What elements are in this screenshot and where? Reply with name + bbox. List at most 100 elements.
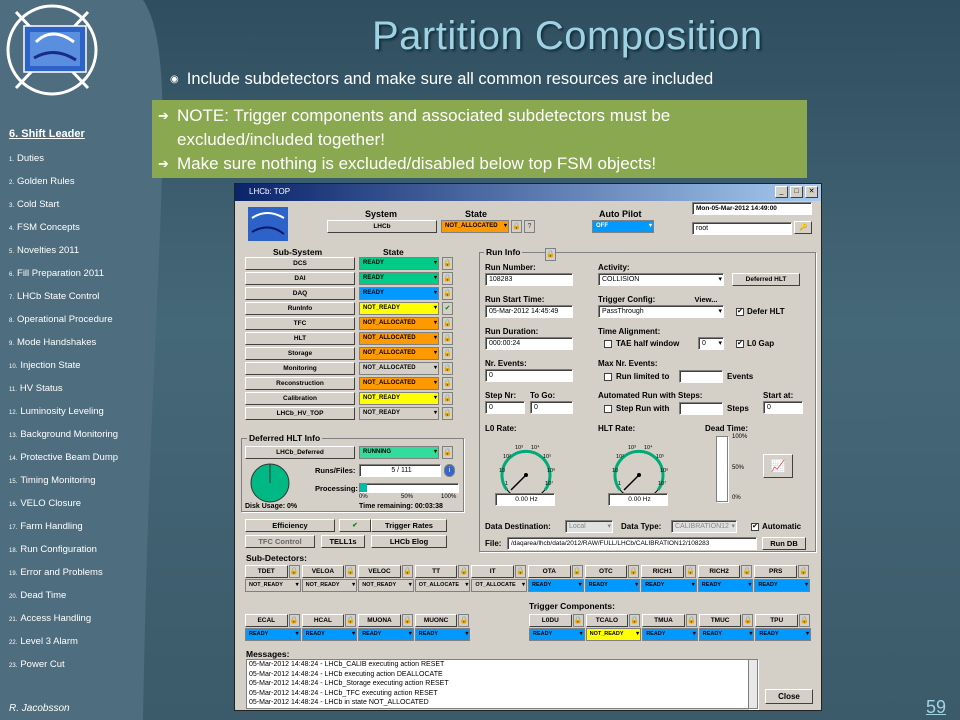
detector-state[interactable]: OT_ALLOCATE ▾ xyxy=(414,579,471,592)
detector-button[interactable]: L0DU xyxy=(529,614,572,627)
detector-button[interactable]: IT xyxy=(471,565,514,578)
lock-icon[interactable]: ✔ xyxy=(442,302,453,315)
detector-button[interactable]: MUONA xyxy=(358,614,401,627)
nav-item[interactable]: 17. Farm Handling xyxy=(9,521,83,532)
defer-hlt-checkbox[interactable]: ✔ xyxy=(736,308,744,316)
subsystem-button[interactable]: Calibration xyxy=(245,392,355,405)
lhcb-elog-button[interactable]: LHCb Elog xyxy=(371,535,447,548)
detector-state[interactable]: READY ▾ xyxy=(642,628,698,641)
subsystem-button[interactable]: HLT xyxy=(245,332,355,345)
subsystem-state[interactable]: NOT_ALLOCATED ▾ xyxy=(359,317,439,330)
detector-state[interactable]: READY ▾ xyxy=(245,628,301,641)
subsystem-state[interactable]: READY ▾ xyxy=(359,287,439,300)
detector-state[interactable]: NOT_READY ▾ xyxy=(585,628,642,641)
lock-icon[interactable]: 🔒 xyxy=(401,614,413,627)
subsystem-state[interactable]: NOT_ALLOCATED ▾ xyxy=(359,377,439,390)
lock-icon[interactable]: 🔒 xyxy=(442,347,453,360)
detector-button[interactable]: VELOC xyxy=(358,565,401,578)
run-db-button[interactable]: Run DB xyxy=(762,537,806,550)
detector-button[interactable]: MUONC xyxy=(414,614,458,627)
lock-icon[interactable]: 🔒 xyxy=(288,565,300,578)
lock-icon[interactable]: 🔒 xyxy=(458,565,470,578)
run-limited-field[interactable] xyxy=(679,370,723,383)
nav-item[interactable]: 22. Level 3 Alarm xyxy=(9,636,78,647)
data-destination-select[interactable]: Local ▾ xyxy=(565,520,613,533)
nav-item[interactable]: 6. Fill Preparation 2011 xyxy=(9,268,104,279)
system-state[interactable]: NOT_ALLOCATED ▾ xyxy=(441,220,509,233)
trigger-config-select[interactable]: PassThrough ▾ xyxy=(598,305,724,318)
deferred-hlt-button[interactable]: LHCb_Deferred xyxy=(245,446,355,459)
detector-button[interactable]: TDET xyxy=(245,565,288,578)
detector-button[interactable]: VELOA xyxy=(301,565,345,578)
subsystem-state[interactable]: NOT_READY ▾ xyxy=(359,392,439,405)
detector-state[interactable]: NOT_READY ▾ xyxy=(358,579,414,592)
lock-icon[interactable]: 🔒 xyxy=(629,614,641,627)
lock-icon[interactable]: 🔒 xyxy=(442,392,453,405)
detector-state[interactable]: READY ▾ xyxy=(754,579,810,592)
lock-icon[interactable]: 🔒 xyxy=(545,248,556,261)
subsystem-button[interactable]: Monitoring xyxy=(245,362,355,375)
detector-state[interactable]: READY ▾ xyxy=(697,579,754,592)
subsystem-button[interactable]: Storage xyxy=(245,347,355,360)
nav-item[interactable]: 2. Golden Rules xyxy=(9,176,75,187)
subsystem-button[interactable]: TFC xyxy=(245,317,355,330)
detector-button[interactable]: OTA xyxy=(528,565,571,578)
data-type-select[interactable]: CALIBRATION12 ▾ xyxy=(671,520,737,533)
run-number-field[interactable]: 108283 xyxy=(485,273,573,286)
subsystem-button[interactable]: Reconstruction xyxy=(245,377,355,390)
lock-icon[interactable]: 🔒 xyxy=(288,614,300,627)
lock-icon[interactable]: 🔒 xyxy=(442,362,453,375)
detector-button[interactable]: HCAL xyxy=(301,614,345,627)
detector-button[interactable]: OTC xyxy=(584,565,628,578)
nav-item[interactable]: 13. Background Monitoring xyxy=(9,429,118,440)
nav-item[interactable]: 5. Novelties 2011 xyxy=(9,245,79,256)
activity-select[interactable]: COLLISION ▾ xyxy=(598,273,724,286)
lock-icon[interactable]: 🔒 xyxy=(798,565,809,578)
subsystem-button[interactable]: DCS xyxy=(245,257,355,270)
step-run-checkbox[interactable] xyxy=(604,405,612,413)
nav-item[interactable]: 16. VELO Closure xyxy=(9,498,81,509)
tae-checkbox[interactable] xyxy=(604,340,612,348)
lock-icon[interactable]: 🔒 xyxy=(799,614,810,627)
lock-icon[interactable]: 🔒 xyxy=(571,565,583,578)
nav-item[interactable]: 14. Protective Beam Dump xyxy=(9,452,118,463)
subsystem-state[interactable]: NOT_READY ▾ xyxy=(359,407,439,420)
detector-state[interactable]: READY ▾ xyxy=(755,628,811,641)
nav-item[interactable]: 19. Error and Problems xyxy=(9,567,103,578)
lock-icon[interactable]: 🔒 xyxy=(345,565,357,578)
minimize-button[interactable]: _ xyxy=(775,186,788,198)
nav-item[interactable]: 7. LHCb State Control xyxy=(9,291,99,302)
lock-icon[interactable]: 🔒 xyxy=(442,332,453,345)
detector-state[interactable]: READY ▾ xyxy=(641,579,697,592)
checkmark-button[interactable]: ✔ xyxy=(339,519,371,532)
detector-state[interactable]: OT_ALLOCATE ▾ xyxy=(471,579,527,592)
close-window-button[interactable]: ✕ xyxy=(805,186,818,198)
tfc-control-button[interactable]: TFC Control xyxy=(245,535,315,548)
detector-button[interactable]: TT xyxy=(414,565,458,578)
maximize-button[interactable]: □ xyxy=(790,186,803,198)
deferred-hlt-mode-button[interactable]: Deferred HLT xyxy=(732,273,800,286)
detector-state[interactable]: READY ▾ xyxy=(698,628,755,641)
tell1s-button[interactable]: TELL1s xyxy=(321,535,365,548)
lock-icon[interactable]: 🔒 xyxy=(684,565,696,578)
nav-item[interactable]: 9. Mode Handshakes xyxy=(9,337,96,348)
subsystem-button[interactable]: DAI xyxy=(245,272,355,285)
detector-state[interactable]: READY ▾ xyxy=(301,628,358,641)
lock-icon[interactable]: 🔒 xyxy=(442,377,453,390)
lock-icon[interactable]: 🔒 xyxy=(741,565,753,578)
autopilot-state[interactable]: OFF ▾ xyxy=(592,220,654,233)
user-key-icon[interactable]: 🔑 xyxy=(794,221,812,234)
nav-item[interactable]: 12. Luminosity Leveling xyxy=(9,406,104,417)
deferred-state[interactable]: RUNNING ▾ xyxy=(359,446,439,459)
lock-icon[interactable]: 🔒 xyxy=(442,317,453,330)
lock-icon[interactable]: 🔒 xyxy=(442,446,453,459)
lock-icon[interactable]: 🔒 xyxy=(458,614,470,627)
detector-state[interactable]: READY ▾ xyxy=(528,579,584,592)
detector-state[interactable]: NOT_READY ▾ xyxy=(301,579,358,592)
subsystem-state[interactable]: NOT_ALLOCATED ▾ xyxy=(359,332,439,345)
subsystem-state[interactable]: READY ▾ xyxy=(359,257,439,270)
subsystem-button[interactable]: DAQ xyxy=(245,287,355,300)
lock-icon[interactable]: 🔒 xyxy=(572,614,584,627)
subsystem-button[interactable]: LHCb_HV_TOP xyxy=(245,407,355,420)
nav-item[interactable]: 1. Duties xyxy=(9,153,44,164)
